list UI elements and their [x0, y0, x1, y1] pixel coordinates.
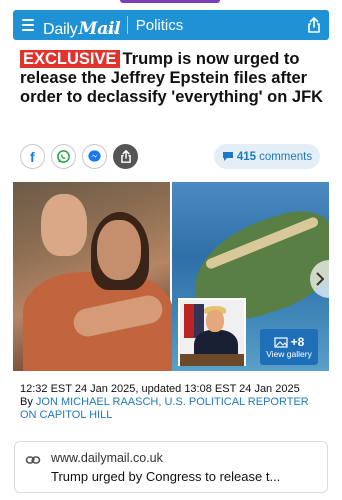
link-preview-card[interactable]: www.dailymail.co.uk Trump urged by Congr… [14, 441, 328, 493]
article-headline: EXCLUSIVE Trump is now urged to release t… [20, 50, 326, 107]
article-meta: 12:32 EST 24 Jan 2025, updated 13:08 EST… [20, 383, 326, 422]
comments-count: 415 [236, 150, 257, 163]
byline-prefix: By [20, 396, 33, 408]
comments-label: comments [259, 150, 313, 163]
view-gallery-label: View gallery [266, 349, 312, 359]
view-gallery-button[interactable]: +8 View gallery [260, 329, 318, 365]
link-title: Trump urged by Congress to release t... [51, 469, 281, 484]
comments-button[interactable]: 415 comments [214, 144, 320, 169]
article-timestamp: 12:32 EST 24 Jan 2025, updated 13:08 EST… [20, 383, 300, 395]
daily-mail-logo[interactable]: Daily Mail .com [43, 12, 121, 39]
social-share-bar: f [20, 144, 138, 169]
header-divider [126, 16, 128, 34]
gallery-count: +8 [290, 335, 305, 349]
share-icon[interactable] [299, 10, 329, 40]
svg-text:f: f [30, 150, 35, 164]
logo-dotcom: .com [104, 29, 117, 36]
logo-text-daily: Daily [43, 20, 78, 38]
author-link[interactable]: JON MICHAEL RAASCH, U.S. POLITICAL REPOR… [20, 396, 309, 421]
messenger-icon[interactable] [82, 144, 107, 169]
exclusive-badge: EXCLUSIVE [20, 50, 120, 68]
image-gallery[interactable]: +8 View gallery [13, 182, 329, 371]
facebook-icon[interactable]: f [20, 144, 45, 169]
whatsapp-icon[interactable] [51, 144, 76, 169]
link-icon [25, 456, 41, 464]
link-domain: www.dailymail.co.uk [51, 451, 163, 465]
site-header: Daily Mail .com Politics [13, 10, 329, 40]
inset-photo-trump[interactable] [178, 298, 246, 366]
section-label[interactable]: Politics [136, 17, 184, 34]
share-icon[interactable] [113, 144, 138, 169]
logo-text-mail: Mail [78, 18, 121, 39]
status-strip [0, 0, 342, 6]
comment-bubble-icon [222, 152, 233, 161]
top-accent-bar [120, 0, 220, 3]
gallery-photo-couple[interactable] [13, 182, 173, 371]
hamburger-menu-icon[interactable] [13, 10, 43, 40]
gallery-icon [274, 336, 288, 348]
